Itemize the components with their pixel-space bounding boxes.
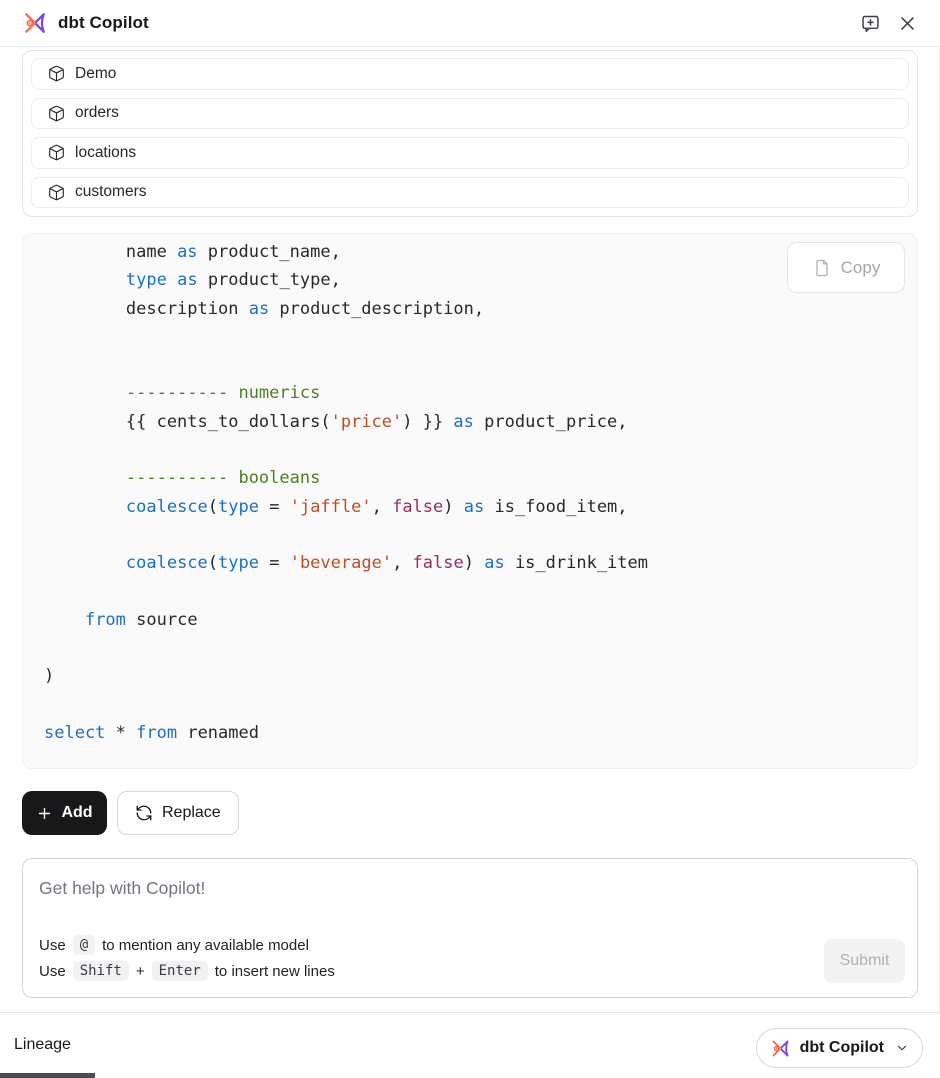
model-chip-label: customers [75, 183, 147, 201]
dbt-copilot-logo-icon [22, 10, 48, 36]
kbd-at: @ [73, 935, 95, 955]
hint-text: Use [39, 963, 66, 980]
package-icon [48, 65, 65, 82]
close-icon[interactable] [895, 11, 919, 35]
copy-button-label: Copy [841, 258, 881, 278]
tab-lineage-active-indicator [0, 1073, 95, 1078]
dbt-copilot-panel: dbt Copilot [0, 0, 940, 1078]
panel-bottom-border [0, 1012, 940, 1013]
kbd-enter: Enter [152, 961, 208, 981]
copilot-selector-label: dbt Copilot [800, 1039, 884, 1057]
package-icon [48, 184, 65, 201]
plus-icon [36, 805, 53, 822]
model-chip[interactable]: orders [31, 98, 909, 130]
hint-newline: Use Shift + Enter to insert new lines [39, 958, 335, 984]
hint-text: + [136, 963, 145, 980]
hint-mention: Use @ to mention any available model [39, 932, 335, 958]
add-button-label: Add [61, 804, 92, 822]
replace-button[interactable]: Replace [117, 791, 239, 835]
header-actions [858, 11, 919, 35]
tab-lineage[interactable]: Lineage [14, 1036, 71, 1054]
model-chip-label: Demo [75, 65, 116, 83]
new-chat-icon[interactable] [858, 11, 882, 35]
panel-header: dbt Copilot [0, 0, 940, 47]
dbt-copilot-logo-icon [770, 1038, 791, 1059]
code-content[interactable]: name as product_name, type as product_ty… [23, 234, 917, 767]
replace-button-label: Replace [162, 804, 221, 822]
model-chip[interactable]: Demo [31, 58, 909, 90]
copy-icon [812, 258, 832, 278]
hint-text: Use [39, 937, 66, 954]
submit-button[interactable]: Submit [824, 939, 905, 983]
model-chip[interactable]: locations [31, 137, 909, 169]
hint-text: to mention any available model [102, 937, 309, 954]
package-icon [48, 144, 65, 161]
code-preview-card: name as product_name, type as product_ty… [22, 233, 918, 769]
prompt-input[interactable]: Get help with Copilot! Use @ to mention … [22, 858, 918, 998]
copy-button[interactable]: Copy [787, 242, 905, 293]
model-chip-label: locations [75, 144, 136, 162]
prompt-placeholder: Get help with Copilot! [39, 878, 205, 899]
panel-title: dbt Copilot [58, 13, 149, 33]
package-icon [48, 105, 65, 122]
add-button[interactable]: Add [22, 791, 107, 835]
refresh-icon [135, 804, 153, 822]
model-chip-label: orders [75, 104, 119, 122]
chevron-down-icon [895, 1041, 909, 1055]
copilot-selector-dropdown[interactable]: dbt Copilot [756, 1028, 923, 1068]
prompt-hints: Use @ to mention any available model Use… [39, 932, 335, 984]
model-list: Demo orders [22, 50, 918, 217]
hint-text: to insert new lines [215, 963, 335, 980]
kbd-shift: Shift [73, 961, 129, 981]
model-chip[interactable]: customers [31, 177, 909, 209]
